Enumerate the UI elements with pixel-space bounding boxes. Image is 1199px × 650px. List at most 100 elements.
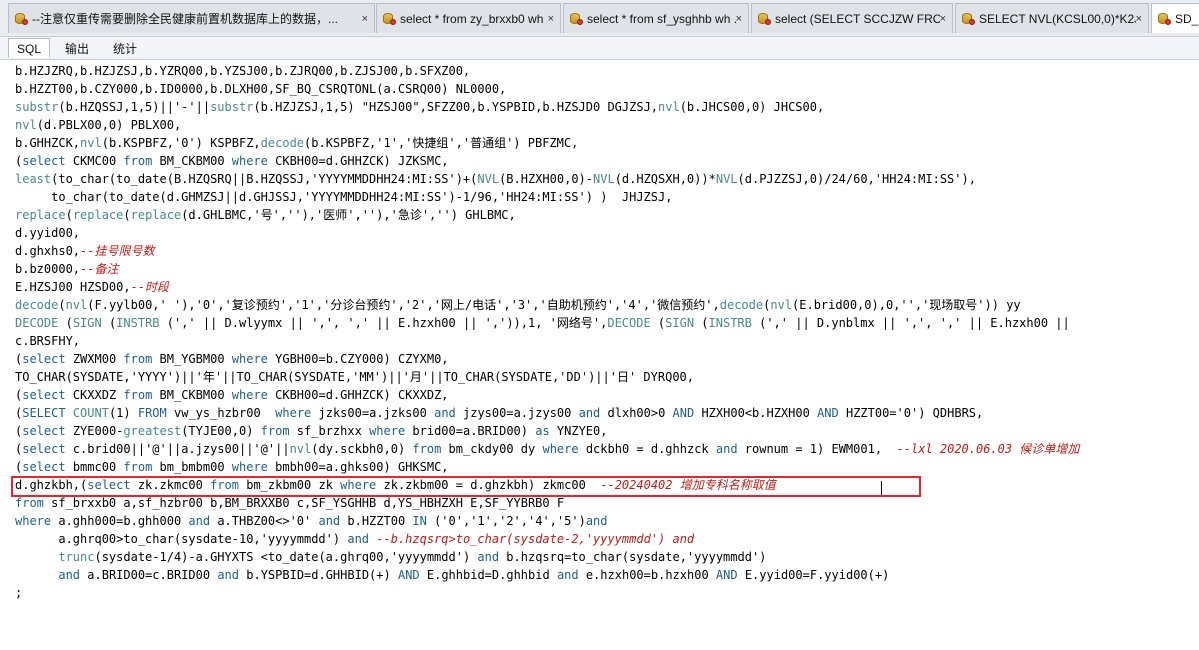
tab-sql[interactable]: SQL [8,38,51,58]
code-token: (F.yylb00,' '),'0','复诊预约','1','分诊台预约','2… [87,298,720,312]
code-token: AND [715,568,738,582]
editor-tab-active[interactable]: SD_... [1151,3,1199,33]
code-token: b.HZZT00,b.CZY000,b.ID0000,b.DLXH00,SF_B… [15,82,507,96]
code-token: where [275,406,312,420]
close-icon[interactable]: × [1136,13,1142,25]
sql-file-icon [15,12,28,25]
code-token: b.bz0000, [15,262,81,276]
code-line: (select CKXXDZ from BM_CKBM00 where CKBH… [15,386,449,404]
editor-tab[interactable]: SELECT NVL(KCSL00,0)*K2J00 ... × [955,3,1149,33]
code-token: sf_brzhxx [289,424,370,438]
tab-label: SD_... [1175,11,1199,26]
code-token: ( [58,298,66,312]
code-line: d.ghzkbh,(select zk.zkmc00 from bm_zkbm0… [15,476,776,494]
code-token: nvl [770,298,793,312]
code-token: ( [101,316,117,330]
code-token: d.ghzkbh,( [15,478,88,492]
code-token: (sysdate-1/4)-a.GHYXTS <to_date(a.ghrq00… [94,550,478,564]
tab-statistics[interactable]: 统计 [104,38,146,58]
result-subtab-bar: SQL 输出 统计 [0,37,1199,60]
close-icon[interactable]: × [736,13,742,25]
code-token: and [58,568,81,582]
code-token: b.HZJZRQ,b.HZJZSJ,b.YZRQ00,b.YZSJ00,b.ZJ… [15,64,471,78]
code-token: INSTRB [708,316,752,330]
code-token: AND [817,406,839,420]
code-token: zk.zkmc00 [130,478,211,492]
code-line: (select CKMC00 from BM_CKBM00 where CKBH… [15,152,449,170]
code-token: decode [260,136,305,150]
code-token: nvl [658,100,680,114]
code-token: (b.KSPBFZ,'1','快捷组','普通组') PBFZMC, [304,136,579,150]
code-token: substr [15,100,59,114]
close-icon[interactable]: × [362,13,368,25]
code-token: where [542,442,579,456]
code-token: bmbh00=a.ghks00) GHKSMC, [267,460,449,474]
editor-tab[interactable]: --注意仅重传需要删除全民健康前置机数据库上的数据，... × [8,3,375,33]
code-token: a.ghh000=b.ghh000 [51,514,189,528]
code-token: brid00=a.BRID00) [405,424,536,438]
code-token: DECODE [15,316,59,330]
code-line: d.ghxhs0,--挂号限号数 [15,242,154,260]
code-token: from [123,460,153,474]
code-token: d.ghxhs0, [15,244,81,258]
code-token: YGBH00=b.CZY000) CZYXM0, [267,352,449,366]
code-token: decode [15,298,59,312]
code-token: b.hzqsrq=to_char(sysdate,'yyyymmdd') [499,550,767,564]
code-token: bmmc00 [65,460,124,474]
code-token: nvl [80,136,102,150]
code-token: and [188,514,211,528]
code-token: YNZYE0, [549,424,608,438]
code-token: TO_CHAR(SYSDATE,'YYYY')||'年'||TO_CHAR(SY… [15,370,694,384]
code-line: E.HZSJ00 HZSD00,--时段 [15,278,169,296]
code-token: jzks00=a.jzks00 [311,406,435,420]
code-token: AND [397,568,420,582]
code-token: E.ghhbid=D.ghhbid [419,568,557,582]
code-token: replace [72,208,124,222]
tab-label: select * from sf_ysghhb wh ... [587,11,736,26]
code-token: as [535,424,550,438]
code-token: (E.brid00,0),0,'','现场取号')) yy [792,298,1021,312]
close-icon[interactable]: × [940,13,946,25]
sql-editor[interactable]: b.HZJZRQ,b.HZJZSJ,b.YZRQ00,b.YZSJ00,b.ZJ… [0,60,1199,650]
code-token: HZZT00='0') QDHBRS, [838,406,984,420]
code-token: NVL [477,172,500,186]
code-token: E.yyid00=F.yyid00(+) [737,568,890,582]
code-token: IN [412,514,427,528]
code-token: --lxl 2020.06.03 候诊单增加 [896,442,1080,456]
code-token: ( [123,208,131,222]
code-token: NVL [715,172,738,186]
code-token: nvl [289,442,312,456]
tab-label: select * from zy_brxxb0 wh ... [400,11,548,26]
code-token: select [22,352,66,366]
code-line: least(to_char(to_date(B.HZQSRQ||B.HZQSSJ… [15,170,976,188]
code-line: DECODE (SIGN (INSTRB (',' || D.wlyymx ||… [15,314,1070,332]
code-line: c.BRSFHY, [15,332,80,350]
sql-file-icon [1158,12,1171,25]
code-token: and [477,550,500,564]
code-token: from [15,496,44,510]
code-line: where a.ghh000=b.ghh000 and a.THBZ00<>'0… [15,512,608,530]
code-token: select [22,460,66,474]
code-line: (select ZYE000-greatest(TYJE00,0) from s… [15,422,607,440]
code-line: replace(replace(replace(d.GHLBMC,'号','')… [15,206,516,224]
code-token: ( [58,316,73,330]
code-token: --b.hzqsrq>to_char(sysdate-2,'yyyymmdd')… [376,532,695,546]
code-line: d.yyid00, [15,224,80,242]
code-token: (B.HZXH00,0)- [499,172,593,186]
close-icon[interactable]: × [548,13,554,25]
code-token: where [369,424,406,438]
sql-file-icon [758,12,771,25]
code-token: BM_CKBM00 [152,388,232,402]
editor-tab[interactable]: select (SELECT SCCJZW FROM ... × [751,3,953,33]
tab-output[interactable]: 输出 [56,38,98,58]
code-token: trunc [58,550,95,564]
code-token: (to_char(to_date(B.HZQSRQ||B.HZQSSJ,'YYY… [51,172,478,186]
code-line: (select c.brid00||'@'||a.jzys00||'@'||nv… [15,440,1079,458]
code-line: (select ZWXM00 from BM_YGBM00 where YGBH… [15,350,449,368]
editor-tab[interactable]: select * from zy_brxxb0 wh ... × [376,3,561,33]
code-line: decode( nvl (F.yylb00,' '),'0','复诊预约','1',… [15,296,1021,314]
code-token: (',' || D.ynblmx || ',', ',' || E.hzxh00… [751,316,1070,330]
editor-tab[interactable]: select * from sf_ysghhb wh ... × [563,3,749,33]
